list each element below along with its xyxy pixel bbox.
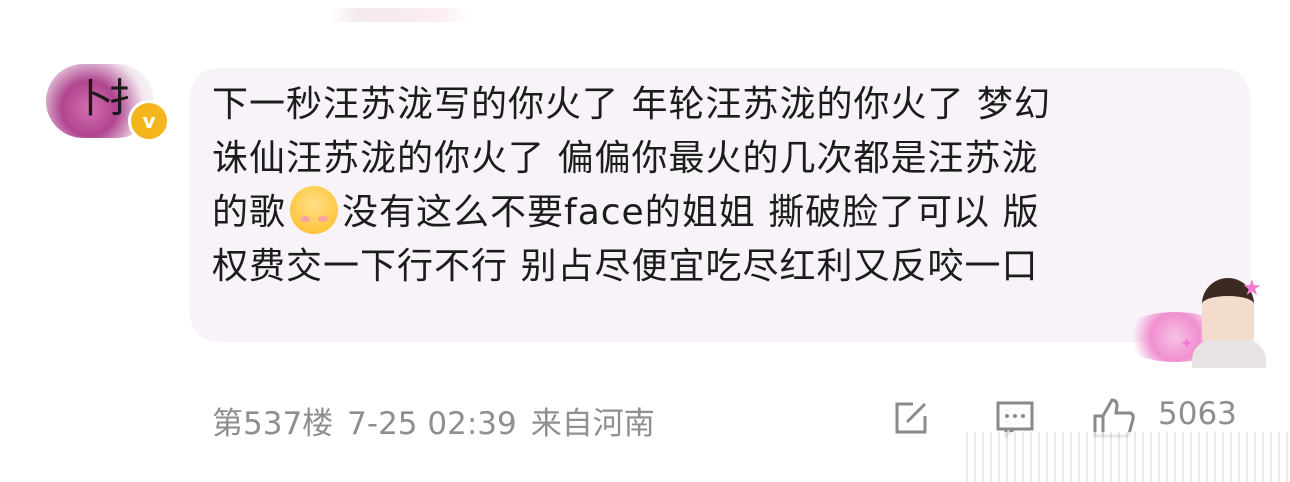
cropped-top-fragment bbox=[330, 8, 470, 22]
sticker-body bbox=[1192, 340, 1266, 368]
smile-emoji-icon bbox=[290, 186, 339, 234]
star-icon: ★ bbox=[1242, 276, 1262, 301]
comment-line: 诛仙汪苏泷的你火了 偏偏你最火的几次都是汪苏泷 bbox=[212, 138, 1039, 179]
comment-fragment: 的歌 bbox=[212, 192, 287, 233]
share-edit-icon[interactable] bbox=[893, 400, 929, 436]
fan-badge-sticker: ★ ✦ bbox=[1120, 276, 1270, 368]
comment-line: 权费交一下行不行 别占尽便宜吃尽红利又反咬一口 bbox=[212, 246, 1039, 287]
comment-text[interactable]: 下一秒汪苏泷写的你火了 年轮汪苏泷的你火了 梦幻 诛仙汪苏泷的你火了 偏偏你最火… bbox=[212, 78, 1232, 294]
star-icon: ✦ bbox=[1180, 334, 1194, 353]
comment-line: 的歌 没有这么不要face的姐姐 撕破脸了可以 版 bbox=[212, 186, 1232, 240]
bottom-edge-artifact bbox=[960, 432, 1290, 482]
comment-fragment: 没有这么不要face的姐姐 撕破脸了可以 版 bbox=[342, 192, 1040, 233]
verified-badge-icon: v bbox=[128, 100, 170, 142]
comment-line: 下一秒汪苏泷写的你火了 年轮汪苏泷的你火了 梦幻 bbox=[212, 84, 1051, 125]
like-count: 5063 bbox=[1158, 396, 1237, 432]
